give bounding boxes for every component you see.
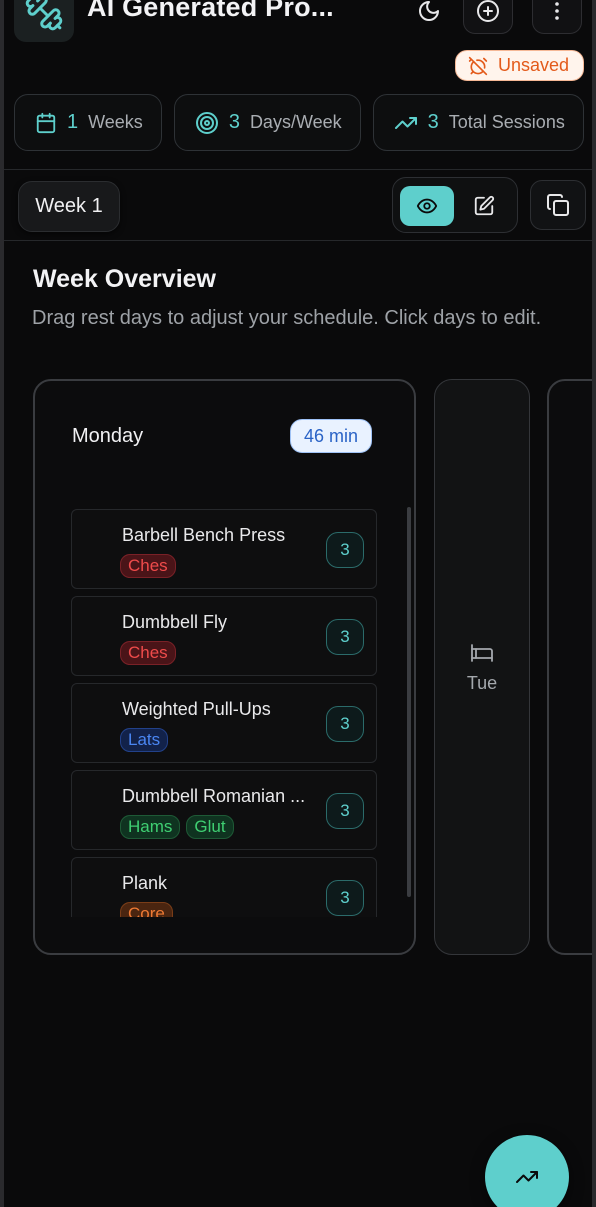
app-frame: AI Generated Pro... Unsaved 1 Weeks 3 Da… bbox=[0, 0, 596, 1207]
sets-badge: 3 bbox=[326, 880, 364, 916]
muscle-tag: Ches bbox=[120, 641, 176, 665]
muscle-tag: Glut bbox=[186, 815, 234, 839]
app-logo[interactable] bbox=[14, 0, 74, 42]
exercise-name: Barbell Bench Press bbox=[122, 525, 286, 545]
exercise-item[interactable]: Plank Core 3 bbox=[71, 857, 377, 917]
exercise-name: Plank bbox=[122, 873, 168, 893]
trending-up-icon bbox=[394, 116, 417, 129]
view-mode-toggle bbox=[392, 177, 518, 233]
stat-days-value: 3 bbox=[228, 111, 240, 133]
exercise-list: Barbell Bench Press Ches 3 Dumbbell Fly … bbox=[71, 509, 378, 917]
edit-mode-button[interactable] bbox=[457, 186, 511, 226]
tab-week-1[interactable]: Week 1 bbox=[18, 181, 120, 232]
divider bbox=[4, 240, 592, 241]
day-name: Monday bbox=[72, 425, 144, 447]
day-card-next[interactable] bbox=[547, 379, 592, 955]
exercise-item[interactable]: Barbell Bench Press Ches 3 bbox=[71, 509, 377, 589]
divider bbox=[4, 169, 592, 170]
exercise-name: Weighted Pull-Ups bbox=[122, 699, 271, 719]
stat-sessions-label: Total Sessions bbox=[448, 112, 565, 132]
muscle-tag: Lats bbox=[120, 728, 169, 752]
muscle-tag: Ches bbox=[120, 554, 176, 578]
sets-badge: 3 bbox=[326, 793, 364, 829]
muscle-tag: Core bbox=[120, 902, 173, 917]
stat-weeks: 1 Weeks bbox=[14, 94, 162, 151]
section-title: Week Overview bbox=[33, 265, 216, 293]
calendar-icon bbox=[36, 112, 56, 133]
stat-total-sessions: 3 Total Sessions bbox=[372, 94, 584, 151]
exercise-item[interactable]: Dumbbell Fly Ches 3 bbox=[71, 596, 377, 676]
dumbbell-icon bbox=[25, 0, 63, 31]
alarm-off-icon bbox=[468, 56, 488, 75]
progress-fab-button[interactable] bbox=[485, 1135, 569, 1207]
stat-days-per-week: 3 Days/Week bbox=[173, 94, 361, 151]
eye-icon bbox=[416, 198, 438, 214]
unsaved-badge: Unsaved bbox=[455, 50, 585, 81]
copy-week-button[interactable] bbox=[530, 180, 586, 230]
unsaved-label: Unsaved bbox=[498, 55, 570, 75]
day-card-tuesday-rest[interactable]: Tue bbox=[434, 379, 530, 955]
more-menu-button[interactable] bbox=[532, 0, 582, 34]
bed-icon bbox=[471, 643, 493, 662]
copy-icon bbox=[547, 194, 569, 216]
exercise-list-scrollbar[interactable] bbox=[407, 507, 411, 897]
page-title: AI Generated Pro... bbox=[87, 0, 334, 22]
exercise-name: Dumbbell Romanian ... bbox=[122, 786, 306, 806]
stats-row: 1 Weeks 3 Days/Week 3 Total Sessions bbox=[14, 94, 584, 151]
stat-days-label: Days/Week bbox=[249, 112, 342, 132]
plus-circle-icon bbox=[477, 0, 499, 22]
moon-icon bbox=[419, 1, 439, 21]
view-mode-button[interactable] bbox=[400, 186, 454, 226]
exercise-name: Dumbbell Fly bbox=[122, 612, 228, 632]
exercise-item[interactable]: Weighted Pull-Ups Lats 3 bbox=[71, 683, 377, 763]
sets-badge: 3 bbox=[326, 706, 364, 742]
target-icon bbox=[195, 111, 218, 134]
add-button[interactable] bbox=[463, 0, 513, 34]
sets-badge: 3 bbox=[326, 532, 364, 568]
edit-icon bbox=[474, 195, 495, 216]
duration-badge: 46 min bbox=[290, 419, 373, 453]
theme-toggle-button[interactable] bbox=[404, 0, 454, 34]
trending-up-icon bbox=[516, 1171, 538, 1183]
stat-weeks-value: 1 bbox=[67, 111, 79, 133]
day-name: Tue bbox=[466, 672, 498, 693]
more-vertical-icon bbox=[555, 2, 559, 20]
stat-sessions-value: 3 bbox=[427, 111, 439, 133]
sets-badge: 3 bbox=[326, 619, 364, 655]
exercise-item[interactable]: Dumbbell Romanian ... Hams Glut 3 bbox=[71, 770, 377, 850]
muscle-tag: Hams bbox=[120, 815, 181, 839]
section-description: Drag rest days to adjust your schedule. … bbox=[32, 307, 542, 329]
stat-weeks-label: Weeks bbox=[88, 112, 143, 132]
day-card-monday[interactable]: Monday 46 min Barbell Bench Press Ches 3… bbox=[33, 379, 416, 955]
